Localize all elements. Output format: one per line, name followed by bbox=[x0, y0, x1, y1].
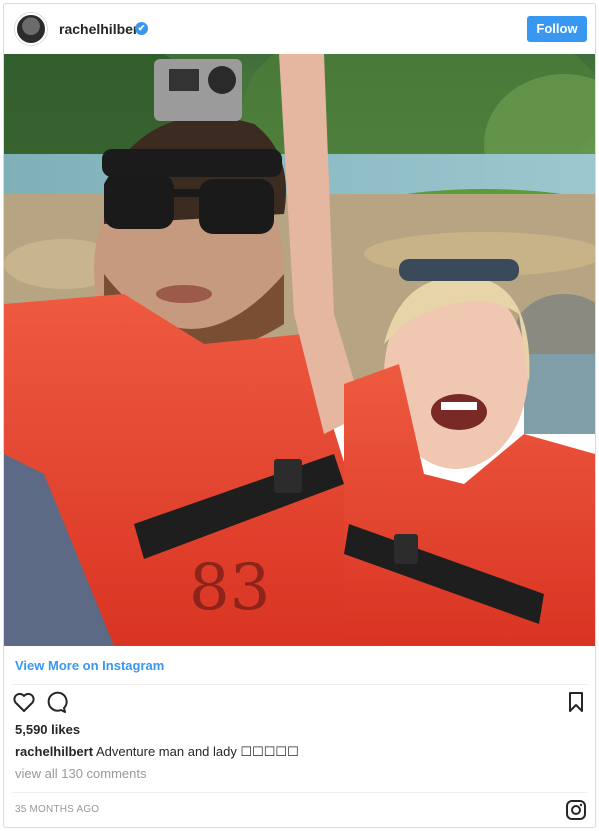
avatar[interactable] bbox=[15, 13, 47, 45]
divider bbox=[12, 684, 587, 685]
follow-button[interactable]: Follow bbox=[527, 16, 587, 42]
likes-count[interactable]: 5,590 likes bbox=[15, 722, 80, 737]
post-timestamp[interactable]: 35 MONTHS AGO bbox=[15, 804, 99, 815]
caption-username[interactable]: rachelhilbert bbox=[15, 744, 93, 759]
post-header: rachelhilbert ✔ Follow bbox=[4, 4, 595, 54]
caption: rachelhilbert Adventure man and lady ☐☐☐… bbox=[15, 744, 299, 760]
vest-number: 83 bbox=[189, 551, 270, 625]
photo-illustration: 83 bbox=[4, 54, 595, 646]
divider bbox=[12, 792, 587, 793]
verified-badge-icon: ✔ bbox=[135, 22, 148, 35]
instagram-icon[interactable] bbox=[564, 798, 588, 822]
view-more-link[interactable]: View More on Instagram bbox=[15, 658, 164, 673]
heart-icon[interactable] bbox=[12, 690, 36, 714]
bookmark-icon[interactable] bbox=[564, 690, 588, 714]
instagram-embed-card: rachelhilbert ✔ Follow 83 View More on I… bbox=[3, 3, 596, 828]
view-comments-link[interactable]: view all 130 comments bbox=[15, 766, 147, 781]
comment-icon[interactable] bbox=[44, 690, 68, 714]
caption-text: Adventure man and lady ☐☐☐☐☐ bbox=[95, 744, 299, 759]
post-photo[interactable]: 83 bbox=[4, 54, 595, 646]
username-link[interactable]: rachelhilbert bbox=[59, 21, 143, 37]
